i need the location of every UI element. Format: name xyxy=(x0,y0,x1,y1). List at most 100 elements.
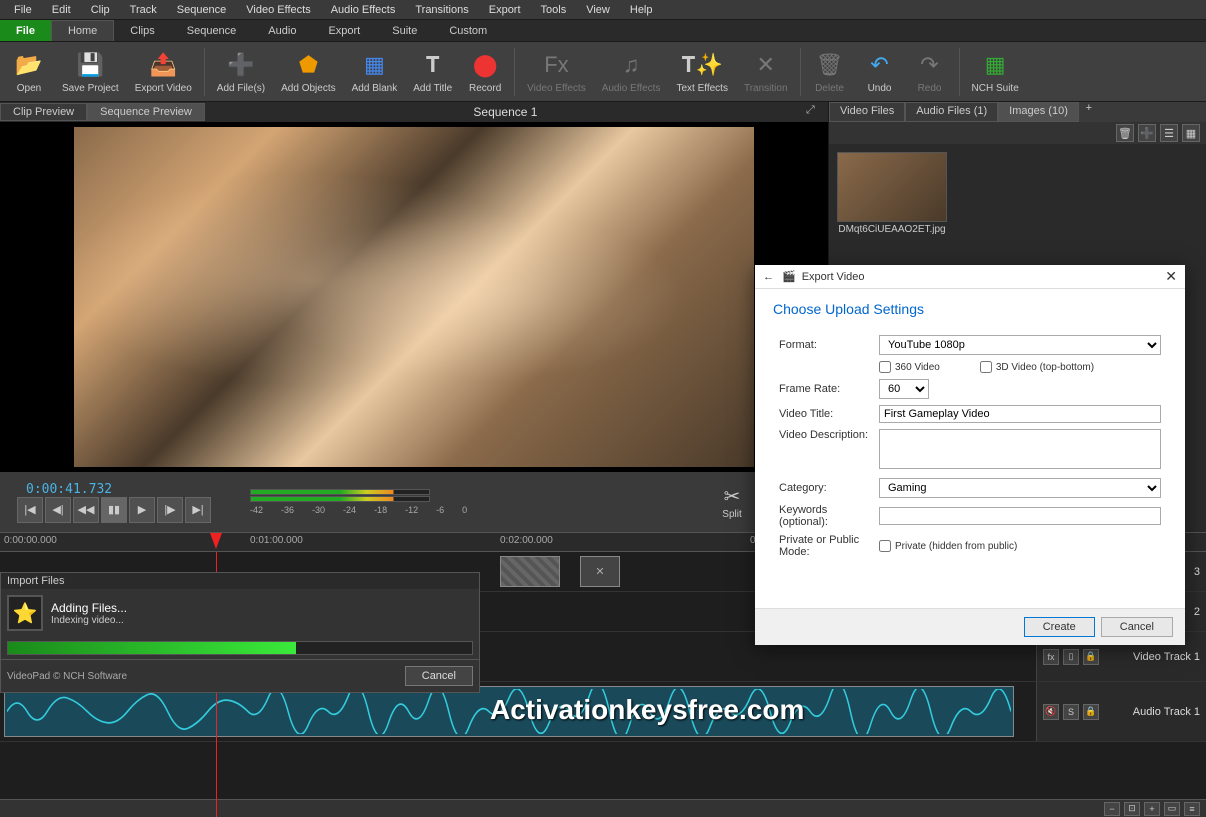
rewind-button[interactable]: ◀◀ xyxy=(73,497,99,523)
track-solo-button[interactable]: S xyxy=(1063,704,1079,720)
zoom-out-button[interactable]: − xyxy=(1104,802,1120,816)
framerate-label: Frame Rate: xyxy=(779,383,879,395)
open-button[interactable]: 📂Open xyxy=(4,44,54,100)
export-video-button[interactable]: 📤Export Video xyxy=(127,44,200,100)
menu-edit[interactable]: Edit xyxy=(42,2,81,18)
framerate-select[interactable]: 60 xyxy=(879,379,929,399)
menu-transitions[interactable]: Transitions xyxy=(405,2,478,18)
pause-button[interactable]: ▮▮ xyxy=(101,497,127,523)
keywords-input[interactable] xyxy=(879,507,1161,525)
record-button[interactable]: ⬤Record xyxy=(460,44,510,100)
tab-audio-files[interactable]: Audio Files (1) xyxy=(905,102,998,122)
nch-suite-button[interactable]: ▦NCH Suite xyxy=(964,44,1027,100)
private-checkbox[interactable]: Private (hidden from public) xyxy=(879,540,1161,552)
format-label: Format: xyxy=(779,339,879,351)
video-effects-button[interactable]: FxVideo Effects xyxy=(519,44,594,100)
media-thumbnail[interactable]: DMqt6CiUEAAO2ET.jpg xyxy=(837,152,947,235)
list-view-button[interactable]: ☰ xyxy=(1160,124,1178,142)
redo-button[interactable]: ↷Redo xyxy=(905,44,955,100)
add-title-button[interactable]: 𝐓Add Title xyxy=(405,44,460,100)
delete-button[interactable]: 🗑Delete xyxy=(805,44,855,100)
ribbon-tab-clips[interactable]: Clips xyxy=(114,20,170,41)
add-objects-button[interactable]: ⬟Add Objects xyxy=(273,44,343,100)
goto-start-button[interactable]: |◀ xyxy=(17,497,43,523)
menu-video-effects[interactable]: Video Effects xyxy=(236,2,320,18)
folder-open-icon: 📂 xyxy=(13,49,45,81)
audio-effects-button[interactable]: ♫Audio Effects xyxy=(594,44,669,100)
preview-panel: Clip Preview Sequence Preview Sequence 1… xyxy=(0,102,828,532)
video-preview[interactable] xyxy=(0,122,828,472)
ribbon-tab-audio[interactable]: Audio xyxy=(252,20,312,41)
tab-video-files[interactable]: Video Files xyxy=(829,102,905,122)
add-bin-item-button[interactable]: ➕ xyxy=(1138,124,1156,142)
playhead-marker[interactable] xyxy=(210,533,222,549)
ribbon-tab-home[interactable]: Home xyxy=(51,20,114,41)
transition-clip[interactable]: ✕ xyxy=(580,556,620,587)
export-cancel-button[interactable]: Cancel xyxy=(1101,617,1173,637)
add-blank-button[interactable]: ▦Add Blank xyxy=(344,44,406,100)
track-label: 3 xyxy=(1194,566,1200,578)
ribbon-tab-custom[interactable]: Custom xyxy=(433,20,503,41)
menu-track[interactable]: Track xyxy=(120,2,167,18)
track-header: 🔇 S 🔒 Audio Track 1 xyxy=(1036,682,1206,741)
split-button[interactable]: ✂Split xyxy=(714,482,749,522)
menu-tools[interactable]: Tools xyxy=(531,2,577,18)
video-title-input[interactable] xyxy=(879,405,1161,423)
transport-controls: 0:00:41.732 |◀ ◀| ◀◀ ▮▮ ▶ |▶ ▶| -42-36-3… xyxy=(0,472,828,532)
track-mute-button[interactable]: ▯ xyxy=(1063,649,1079,665)
timeline-button[interactable]: ≡ xyxy=(1184,802,1200,816)
tab-sequence-preview[interactable]: Sequence Preview xyxy=(87,103,205,121)
add-files-button[interactable]: ➕Add File(s) xyxy=(209,44,273,100)
menu-file[interactable]: File xyxy=(4,2,42,18)
video-desc-textarea[interactable] xyxy=(879,429,1161,469)
next-frame-button[interactable]: |▶ xyxy=(157,497,183,523)
back-icon[interactable]: ← xyxy=(763,271,774,283)
ruler-mark: 0:02:00.000 xyxy=(500,535,553,546)
zoom-fit-button[interactable]: ⊡ xyxy=(1124,802,1140,816)
transition-button[interactable]: ✕Transition xyxy=(736,44,796,100)
video-clip[interactable] xyxy=(500,556,560,587)
menu-sequence[interactable]: Sequence xyxy=(167,2,237,18)
play-button[interactable]: ▶ xyxy=(129,497,155,523)
track-lock-button[interactable]: 🔒 xyxy=(1083,704,1099,720)
track-label: 2 xyxy=(1194,606,1200,618)
ribbon-tab-sequence[interactable]: Sequence xyxy=(171,20,253,41)
3d-video-checkbox[interactable]: 3D Video (top-bottom) xyxy=(980,361,1094,373)
ribbon-tab-export[interactable]: Export xyxy=(312,20,376,41)
track-fx-button[interactable]: fx xyxy=(1043,649,1059,665)
360-video-checkbox[interactable]: 360 Video xyxy=(879,361,940,373)
menu-clip[interactable]: Clip xyxy=(81,2,120,18)
tab-images[interactable]: Images (10) xyxy=(998,102,1079,122)
format-select[interactable]: YouTube 1080p xyxy=(879,335,1161,355)
bin-content[interactable]: DMqt6CiUEAAO2ET.jpg xyxy=(829,144,1206,243)
ribbon-tab-file[interactable]: File xyxy=(0,20,51,41)
popout-icon[interactable]: ⤢ xyxy=(806,104,822,120)
category-label: Category: xyxy=(779,482,879,494)
import-star-icon: ⭐ xyxy=(7,595,43,631)
preview-image xyxy=(74,127,754,467)
import-cancel-button[interactable]: Cancel xyxy=(405,666,473,686)
thumb-view-button[interactable]: ▦ xyxy=(1182,124,1200,142)
delete-bin-item-button[interactable]: 🗑 xyxy=(1116,124,1134,142)
zoom-in-button[interactable]: + xyxy=(1144,802,1160,816)
menu-view[interactable]: View xyxy=(576,2,620,18)
save-project-button[interactable]: 💾Save Project xyxy=(54,44,127,100)
goto-end-button[interactable]: ▶| xyxy=(185,497,211,523)
add-file-icon: ➕ xyxy=(225,49,257,81)
menu-audio-effects[interactable]: Audio Effects xyxy=(321,2,406,18)
storyboard-button[interactable]: ▭ xyxy=(1164,802,1180,816)
close-icon[interactable]: ✕ xyxy=(1165,268,1177,285)
create-button[interactable]: Create xyxy=(1024,617,1095,637)
text-effects-button[interactable]: 𝐓✨Text Effects xyxy=(668,44,736,100)
ruler-mark: 0:01:00.000 xyxy=(250,535,303,546)
track-mute-button[interactable]: 🔇 xyxy=(1043,704,1059,720)
undo-button[interactable]: ↶Undo xyxy=(855,44,905,100)
tab-clip-preview[interactable]: Clip Preview xyxy=(0,103,87,121)
prev-frame-button[interactable]: ◀| xyxy=(45,497,71,523)
category-select[interactable]: Gaming xyxy=(879,478,1161,498)
ribbon-tab-suite[interactable]: Suite xyxy=(376,20,433,41)
menu-export[interactable]: Export xyxy=(479,2,531,18)
add-bin-button[interactable]: + xyxy=(1079,102,1099,122)
menu-help[interactable]: Help xyxy=(620,2,663,18)
track-lock-button[interactable]: 🔒 xyxy=(1083,649,1099,665)
